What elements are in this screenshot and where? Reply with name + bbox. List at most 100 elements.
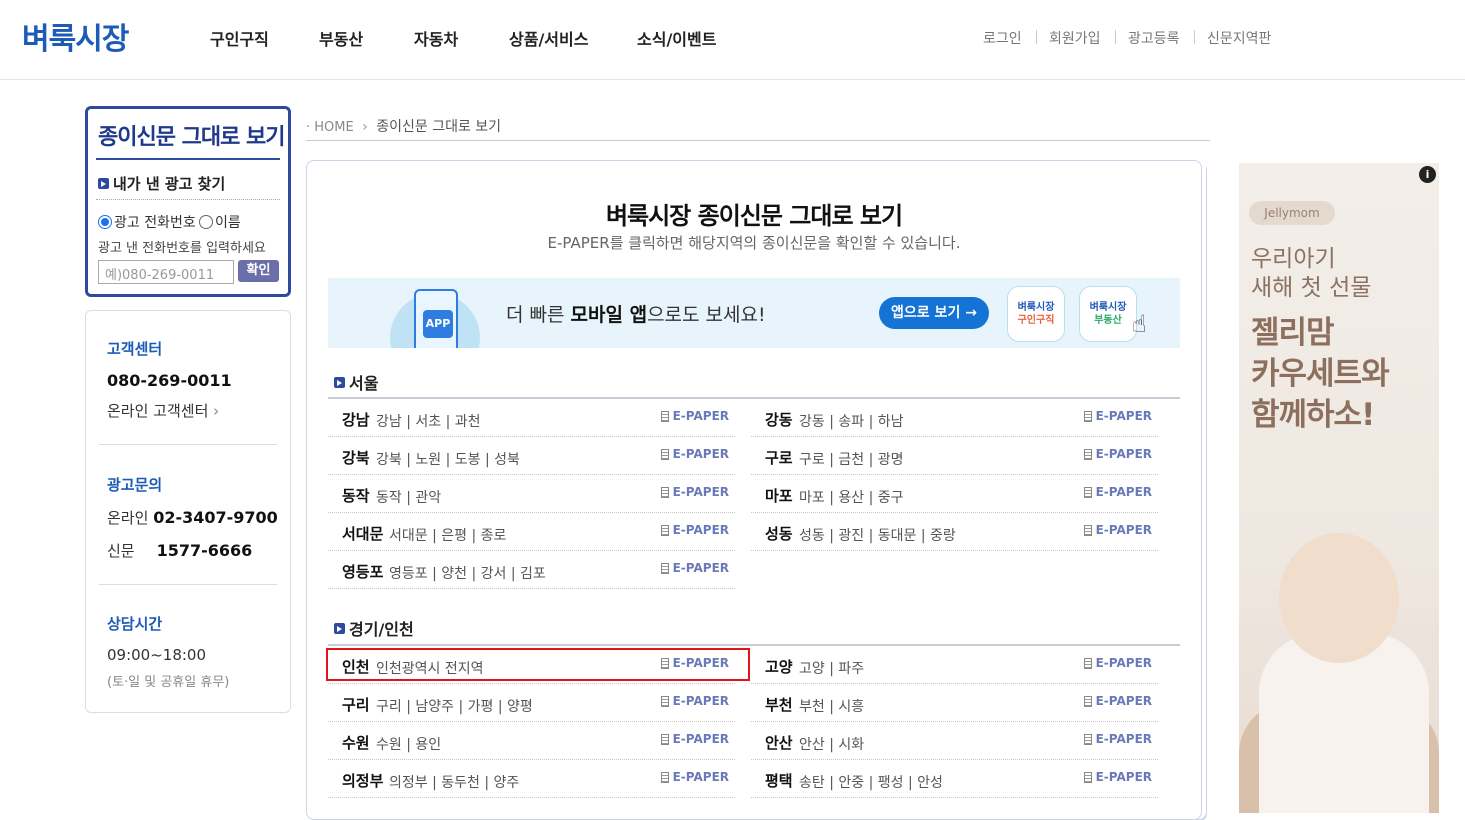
epaper-link[interactable]: E-PAPER (1083, 770, 1152, 784)
bullet-icon (334, 376, 345, 388)
radio-unchecked-icon[interactable] (199, 215, 213, 229)
region-list-left: 강남 강남 | 서초 | 과천 E-PAPER 강북 강북 | 노원 | 도봉 | 성북… (328, 399, 735, 589)
region-row-name: 부천 (765, 696, 793, 714)
ad-banner[interactable]: Jellymom 우리아기 새해 첫 선물 젤리맘 카우세트와 함께하소! (1239, 163, 1439, 813)
epaper-link[interactable]: E-PAPER (1083, 523, 1152, 537)
region-heading-seoul: 서울 (334, 370, 378, 394)
region-row-areas: 영등포 | 양천 | 강서 | 김포 (389, 566, 546, 582)
region-row-areas: 성동 | 광진 | 동대문 | 중랑 (799, 528, 956, 544)
site-header: 벼룩시장 구인구직 부동산 자동차 상품/서비스 소식/이벤트 로그인 회원가입… (0, 0, 1465, 80)
region-row: 수원 수원 | 용인 E-PAPER (328, 722, 735, 760)
ad-paper-row: 신문 1577-6666 (107, 541, 253, 560)
epaper-link[interactable]: E-PAPER (1083, 732, 1152, 746)
epaper-link[interactable]: E-PAPER (660, 561, 729, 575)
nav-jobs[interactable]: 구인구직 (210, 26, 269, 50)
chevron-right-icon: › (362, 119, 368, 135)
epaper-link[interactable]: E-PAPER (660, 523, 729, 537)
document-icon (1083, 733, 1092, 745)
divider (99, 444, 277, 445)
region-row-areas: 서대문 | 은평 | 종로 (389, 528, 507, 544)
view-app-button[interactable]: 앱으로 보기 → (879, 297, 989, 329)
document-icon (660, 562, 669, 574)
document-icon (660, 771, 669, 783)
region-row-areas: 강동 | 송파 | 하남 (799, 414, 904, 430)
ad-brand: Jellymom (1249, 201, 1335, 225)
signup-link[interactable]: 회원가입 (1049, 28, 1101, 48)
region-row-name: 수원 (342, 734, 370, 752)
radio-phone[interactable]: 광고 전화번호 (98, 212, 196, 232)
breadcrumb-current: 종이신문 그대로 보기 (376, 119, 502, 135)
region-row-name: 강동 (765, 411, 793, 429)
region-row-areas: 강북 | 노원 | 도봉 | 성북 (376, 452, 520, 468)
ad-info-icon[interactable]: i (1419, 166, 1436, 183)
util-divider (1115, 30, 1116, 44)
region-row-name: 강북 (342, 449, 370, 467)
breadcrumb: · HOME › 종이신문 그대로 보기 (306, 116, 501, 136)
dotted-divider (96, 199, 280, 200)
title-divider (96, 158, 280, 160)
epaper-link[interactable]: E-PAPER (660, 770, 729, 784)
region-row: 영등포 영등포 | 양천 | 강서 | 김포 E-PAPER (328, 551, 735, 589)
document-icon (660, 695, 669, 707)
chevron-right-icon: › (213, 402, 220, 420)
cs-phone: 080-269-0011 (107, 371, 232, 390)
region-row-areas: 송탄 | 안중 | 팽성 | 안성 (799, 775, 943, 791)
region-row: 고양 고양 | 파주 E-PAPER (751, 646, 1158, 684)
region-row-name: 고양 (765, 658, 793, 676)
epaper-link[interactable]: E-PAPER (1083, 485, 1152, 499)
page-title: 벼룩시장 종이신문 그대로 보기 (605, 202, 903, 230)
app-promo-text: 더 빠른 모바일 앱으로도 보세요! (506, 304, 766, 326)
radio-checked-icon[interactable] (98, 215, 112, 229)
breadcrumb-home[interactable]: · HOME (306, 120, 354, 135)
login-link[interactable]: 로그인 (983, 28, 1022, 48)
post-ad-link[interactable]: 광고등록 (1128, 28, 1180, 48)
site-logo[interactable]: 벼룩시장 (22, 14, 129, 58)
epaper-link[interactable]: E-PAPER (660, 732, 729, 746)
regional-paper-link[interactable]: 신문지역판 (1207, 28, 1271, 48)
nav-cars[interactable]: 자동차 (414, 26, 458, 50)
hours-heading: 상담시간 (107, 615, 163, 633)
app-promo-banner[interactable]: APP 더 빠른 모바일 앱으로도 보세요! 앱으로 보기 → 벼룩시장 구인구직… (328, 278, 1180, 348)
document-icon (660, 410, 669, 422)
epaper-link[interactable]: E-PAPER (1083, 409, 1152, 423)
epaper-link[interactable]: E-PAPER (660, 447, 729, 461)
region-row: 동작 동작 | 관악 E-PAPER (328, 475, 735, 513)
region-row-areas: 부천 | 시흥 (799, 699, 865, 715)
region-row-areas: 강남 | 서초 | 과천 (376, 414, 481, 430)
region-list-right: 고양 고양 | 파주 E-PAPER 부천 부천 | 시흥 E-PAPER 안산 안산 | 시… (751, 646, 1158, 798)
region-row-areas: 구리 | 남양주 | 가평 | 양평 (376, 699, 533, 715)
radio-name[interactable]: 이름 (199, 212, 241, 232)
document-icon (660, 733, 669, 745)
region-row-areas: 수원 | 용인 (376, 737, 442, 753)
region-row: 부천 부천 | 시흥 E-PAPER (751, 684, 1158, 722)
region-row-areas: 구로 | 금천 | 광명 (799, 452, 904, 468)
paper-search-box: 종이신문 그대로 보기 내가 낸 광고 찾기 광고 전화번호 이름 광고 낸 전… (85, 106, 291, 297)
online-cs-link[interactable]: 온라인 고객센터 › (107, 400, 219, 421)
hours-note: (토·일 및 공휴일 휴무) (107, 675, 230, 690)
ad-baby-head-image (1279, 533, 1399, 663)
confirm-button[interactable]: 확인 (238, 260, 279, 282)
region-row: 평택 송탄 | 안중 | 팽성 | 안성 E-PAPER (751, 760, 1158, 798)
find-my-ad-label: 내가 낸 광고 찾기 (98, 173, 225, 194)
region-row-name: 구리 (342, 696, 370, 714)
epaper-link[interactable]: E-PAPER (660, 485, 729, 499)
realestate-app-icon[interactable]: 벼룩시장 부동산 (1079, 286, 1137, 342)
ad-inquiry-heading: 광고문의 (107, 476, 163, 494)
customer-center-box: 고객센터 080-269-0011 온라인 고객센터 › 광고문의 온라인 02… (85, 310, 291, 713)
region-row: 성동 성동 | 광진 | 동대문 | 중랑 E-PAPER (751, 513, 1158, 551)
region-row: 강동 강동 | 송파 | 하남 E-PAPER (751, 399, 1158, 437)
nav-goods-services[interactable]: 상품/서비스 (509, 26, 588, 50)
epaper-link[interactable]: E-PAPER (660, 694, 729, 708)
nav-news-events[interactable]: 소식/이벤트 (637, 26, 716, 50)
jobs-app-icon[interactable]: 벼룩시장 구인구직 (1007, 286, 1065, 342)
epaper-link[interactable]: E-PAPER (1083, 656, 1152, 670)
region-row-name: 영등포 (342, 563, 384, 581)
nav-realestate[interactable]: 부동산 (319, 26, 363, 50)
region-row-name: 서대문 (342, 525, 384, 543)
phone-input[interactable]: 예)080-269-0011 (98, 260, 234, 284)
epaper-link[interactable]: E-PAPER (1083, 694, 1152, 708)
region-list-right: 강동 강동 | 송파 | 하남 E-PAPER 구로 구로 | 금천 | 광명 E-PAP… (751, 399, 1158, 551)
epaper-link[interactable]: E-PAPER (660, 409, 729, 423)
epaper-link[interactable]: E-PAPER (1083, 447, 1152, 461)
paper-search-title: 종이신문 그대로 보기 (98, 125, 285, 150)
